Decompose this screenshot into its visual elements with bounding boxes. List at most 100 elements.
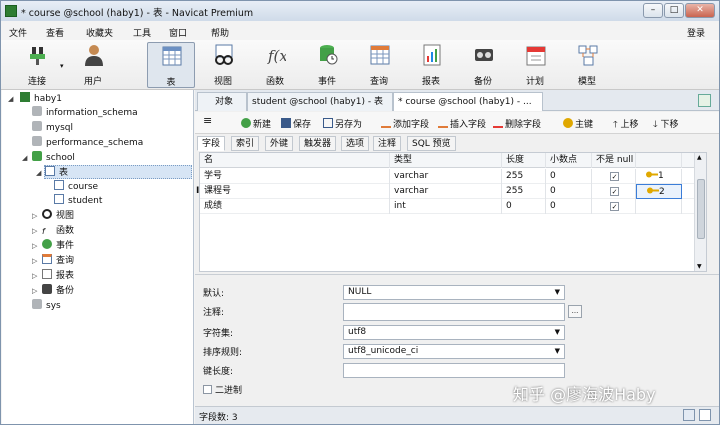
toolbar-view-button[interactable]: 视图 xyxy=(203,42,243,88)
cell-decimals[interactable]: 0 xyxy=(546,184,592,199)
move-up-button[interactable]: 🡑 上移 xyxy=(613,117,639,133)
expand-arrow-icon[interactable]: ▷ xyxy=(32,257,37,265)
tree-item-backups[interactable]: 备份 xyxy=(42,284,74,298)
primary-key-button[interactable]: 主键 xyxy=(563,117,593,130)
tab-sql-preview[interactable]: SQL 预览 xyxy=(407,136,456,151)
cell-name[interactable]: 成绩 xyxy=(200,199,390,214)
delete-field-button[interactable]: 删除字段 xyxy=(493,117,541,130)
connection-dropdown-icon[interactable]: ▾ xyxy=(60,62,64,70)
cell-name[interactable]: 学号 xyxy=(200,169,390,184)
tab-student-table[interactable]: student @school (haby1) - 表 xyxy=(247,92,393,111)
insert-field-button[interactable]: 插入字段 xyxy=(438,117,486,130)
default-select[interactable]: NULL ▼ xyxy=(343,285,565,300)
toolbar-schedule-button[interactable]: 计划 xyxy=(515,42,555,88)
tab-objects[interactable]: 对象 xyxy=(197,92,247,111)
tree-item-db[interactable]: performance_schema xyxy=(32,136,143,150)
binary-checkbox[interactable] xyxy=(203,385,212,394)
toolbar-backup-button[interactable]: 备份 xyxy=(463,42,503,88)
scroll-up-icon[interactable]: ▲ xyxy=(697,154,702,161)
menu-window[interactable]: 窗口 xyxy=(169,26,187,39)
table-row[interactable]: 学号 varchar 255 0 ✓ 1 xyxy=(200,169,706,184)
cell-length[interactable]: 255 xyxy=(502,184,546,199)
toolbar-function-button[interactable]: f(x) 函数 xyxy=(255,42,295,88)
toolbar-query-button[interactable]: 查询 xyxy=(359,42,399,88)
toolbar-event-button[interactable]: 事件 xyxy=(307,42,347,88)
grid-scrollbar[interactable]: ▲ ▼ xyxy=(694,153,706,271)
table-row[interactable]: I 课程号 varchar 255 0 ✓ 2 xyxy=(196,184,706,199)
cell-type[interactable]: varchar xyxy=(390,184,502,199)
cell-type[interactable]: int xyxy=(390,199,502,214)
tree-item-reports[interactable]: 报表 xyxy=(42,269,74,283)
expand-arrow-icon[interactable]: ▷ xyxy=(32,212,37,220)
comment-field[interactable] xyxy=(343,303,565,321)
login-link[interactable]: 登录 xyxy=(687,26,705,39)
tree-item-queries[interactable]: 查询 xyxy=(42,254,74,268)
collapse-arrow-icon[interactable]: ◢ xyxy=(8,95,13,103)
tab-foreign-keys[interactable]: 外键 xyxy=(265,136,294,151)
toolbar-user-button[interactable]: 用户 xyxy=(73,42,113,88)
cell-type[interactable]: varchar xyxy=(390,169,502,184)
tab-course-table[interactable]: * course @school (haby1) - ... xyxy=(393,92,543,111)
tree-item-db[interactable]: mysql xyxy=(32,121,73,135)
save-button[interactable]: 保存 xyxy=(281,117,311,130)
tree-item-school[interactable]: school xyxy=(32,151,75,165)
expand-arrow-icon[interactable]: ▷ xyxy=(32,242,37,250)
comment-expand-button[interactable]: ... xyxy=(568,305,582,318)
cell-length[interactable]: 0 xyxy=(502,199,546,214)
cell-key[interactable] xyxy=(636,199,682,214)
not-null-checkbox[interactable]: ✓ xyxy=(610,187,619,196)
cell-decimals[interactable]: 0 xyxy=(546,169,592,184)
tree-item-tables[interactable]: 表 xyxy=(44,165,192,179)
toolbar-model-button[interactable]: 模型 xyxy=(567,42,607,88)
tab-indexes[interactable]: 索引 xyxy=(231,136,260,151)
hamburger-menu-icon[interactable]: ≡ xyxy=(203,114,212,127)
cell-not-null[interactable]: ✓ xyxy=(592,184,636,199)
key-length-field[interactable] xyxy=(343,363,565,378)
column-header-name[interactable]: 名 xyxy=(200,153,390,168)
table-row[interactable]: 成绩 int 0 0 ✓ xyxy=(200,199,706,214)
cell-decimals[interactable]: 0 xyxy=(546,199,592,214)
tree-item-views[interactable]: 视图 xyxy=(42,209,74,223)
collapse-arrow-icon[interactable]: ◢ xyxy=(22,154,27,162)
cell-key[interactable]: 2 xyxy=(636,184,682,199)
tree-item-db[interactable]: sys xyxy=(32,299,61,313)
cell-name[interactable]: 课程号 xyxy=(200,184,390,199)
expand-arrow-icon[interactable]: ▷ xyxy=(32,287,37,295)
collapse-arrow-icon[interactable]: ◢ xyxy=(36,169,41,177)
charset-select[interactable]: utf8 ▼ xyxy=(343,325,565,340)
move-down-button[interactable]: 🡓 下移 xyxy=(653,117,679,133)
expand-arrow-icon[interactable]: ▷ xyxy=(32,227,37,235)
column-header-decimals[interactable]: 小数点 xyxy=(546,153,592,168)
column-header-key[interactable] xyxy=(636,153,682,168)
column-header-type[interactable]: 类型 xyxy=(390,153,502,168)
tab-options[interactable]: 选项 xyxy=(341,136,370,151)
save-as-button[interactable]: 另存为 xyxy=(323,117,362,130)
tree-item-table[interactable]: student xyxy=(54,194,102,208)
cell-not-null[interactable]: ✓ xyxy=(592,169,636,184)
tab-fields[interactable]: 字段 xyxy=(197,136,226,151)
collation-select[interactable]: utf8_unicode_ci ▼ xyxy=(343,344,565,359)
form-view-toggle[interactable] xyxy=(699,409,711,421)
column-header-not-null[interactable]: 不是 null xyxy=(592,153,636,168)
toolbar-report-button[interactable]: 报表 xyxy=(411,42,451,88)
not-null-checkbox[interactable]: ✓ xyxy=(610,172,619,181)
maximize-button[interactable]: □ xyxy=(664,3,684,18)
binary-checkbox-row[interactable]: 二进制 xyxy=(203,383,242,396)
tree-item-functions[interactable]: f 函数 xyxy=(42,224,74,238)
tab-comment[interactable]: 注释 xyxy=(373,136,402,151)
tree-item-table[interactable]: course xyxy=(54,180,98,194)
add-field-button[interactable]: 添加字段 xyxy=(381,117,429,130)
menu-tools[interactable]: 工具 xyxy=(133,26,151,39)
grid-view-toggle[interactable] xyxy=(683,409,695,421)
cell-not-null[interactable]: ✓ xyxy=(592,199,636,214)
tab-triggers[interactable]: 触发器 xyxy=(299,136,337,151)
menu-help[interactable]: 帮助 xyxy=(211,26,229,39)
cell-key[interactable]: 1 xyxy=(636,169,682,184)
cell-length[interactable]: 255 xyxy=(502,169,546,184)
minimize-button[interactable]: – xyxy=(643,3,663,18)
expand-arrow-icon[interactable]: ▷ xyxy=(32,272,37,280)
menu-view[interactable]: 查看 xyxy=(46,26,64,39)
new-button[interactable]: 新建 xyxy=(241,117,271,130)
toolbar-connection-button[interactable]: 连接 xyxy=(17,42,57,88)
toolbar-table-button[interactable]: 表 xyxy=(147,42,195,88)
